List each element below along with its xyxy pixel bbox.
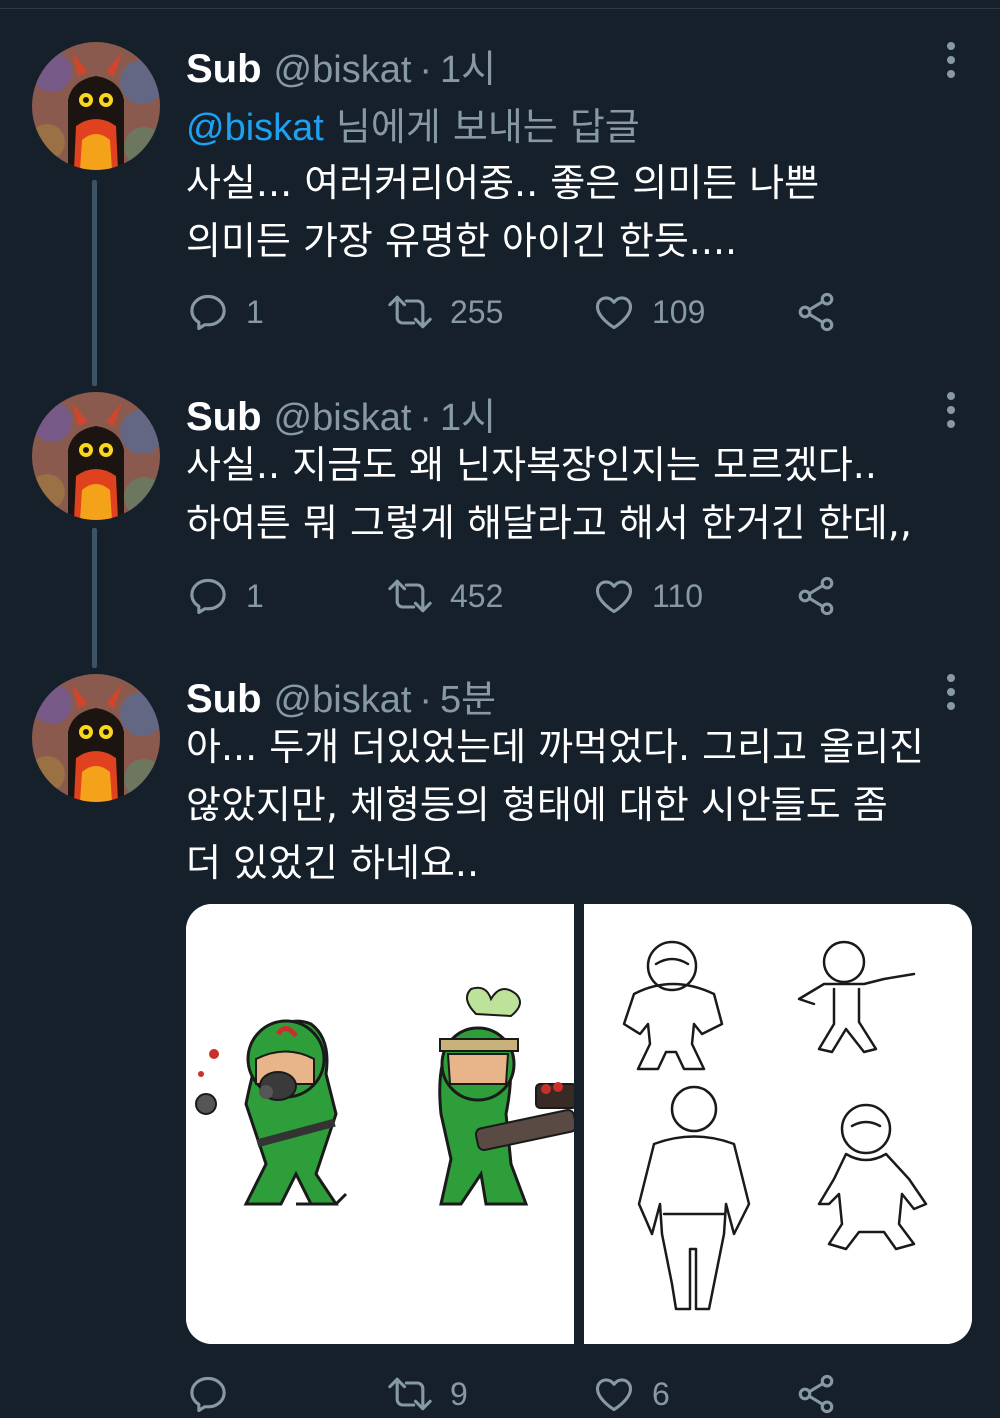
- reply-mention-link[interactable]: @biskat: [186, 107, 324, 149]
- heart-icon: [595, 580, 633, 614]
- tweet-header: Sub @biskat · 1시: [186, 386, 496, 439]
- more-dots-icon[interactable]: [936, 40, 966, 80]
- media-grid: [186, 904, 972, 1344]
- reply-count: 1: [246, 577, 264, 614]
- heart-icon: [595, 296, 633, 330]
- tweet-actions: 1 255 109: [186, 286, 846, 338]
- reply-button[interactable]: 1: [186, 570, 264, 622]
- thread-connector: [92, 528, 97, 668]
- avatar[interactable]: [32, 42, 160, 170]
- tweet-text-line: 아... 두개 더있었는데 까먹었다. 그리고 올리진: [186, 725, 924, 769]
- tweet-text-line: 의미든 가장 유명한 아이긴 한듯....: [186, 219, 738, 263]
- retweet-button[interactable]: 9: [386, 1368, 468, 1418]
- avatar[interactable]: [32, 674, 160, 802]
- display-name[interactable]: Sub: [186, 677, 262, 722]
- separator-dot: ·: [419, 49, 433, 91]
- retweet-count: 255: [450, 293, 504, 330]
- tweet-text-line: 사실.. 지금도 왜 닌자복장인지는 모르겠다..: [186, 443, 877, 487]
- retweet-count: 452: [450, 577, 504, 614]
- tweet-text-line: 하여튼 뭐 그렇게 해달라고 해서 한거긴 한데,,: [186, 501, 912, 545]
- reply-bubble-icon: [190, 578, 226, 615]
- reply-bubble-icon: [190, 1376, 226, 1413]
- user-handle[interactable]: @biskat: [274, 397, 412, 440]
- tweet-header: Sub @biskat · 5분: [186, 668, 496, 721]
- divider: [0, 8, 1000, 9]
- reply-bubble-icon: [190, 294, 226, 331]
- tweet-text-line: 사실... 여러커리어중.. 좋은 의미든 나쁜: [186, 161, 820, 205]
- timestamp[interactable]: 5분: [440, 668, 496, 723]
- tweet-text: 사실.. 지금도 왜 닌자복장인지는 모르겠다.. 하여튼 뭐 그렇게 해달라고…: [186, 436, 976, 552]
- separator-dot: ·: [419, 679, 433, 721]
- tweet-text: 사실... 여러커리어중.. 좋은 의미든 나쁜 의미든 가장 유명한 아이긴 …: [186, 154, 976, 270]
- media-image[interactable]: [584, 904, 972, 1344]
- retweet-button[interactable]: 452: [386, 570, 503, 622]
- retweet-button[interactable]: 255: [386, 286, 503, 338]
- retweet-icon: [388, 295, 432, 329]
- thread-connector: [92, 180, 97, 386]
- avatar-image: [32, 674, 160, 802]
- like-count: 109: [652, 293, 706, 330]
- tweet-text-line: 더 있었긴 하네요..: [186, 841, 480, 885]
- separator-dot: ·: [419, 397, 433, 439]
- tweet-text-line: 않았지만, 체형등의 형태에 대한 시안들도 좀: [186, 783, 888, 827]
- display-name[interactable]: Sub: [186, 395, 262, 440]
- reply-context-text: 님에게 보내는 답글: [323, 105, 640, 149]
- user-handle[interactable]: @biskat: [274, 49, 412, 92]
- more-dots-icon[interactable]: [936, 672, 966, 712]
- retweet-icon: [388, 1377, 432, 1411]
- timestamp[interactable]: 1시: [440, 386, 496, 441]
- reply-button[interactable]: [186, 1368, 246, 1418]
- tweet-header: Sub @biskat · 1시: [186, 38, 496, 91]
- reply-count: 1: [246, 293, 264, 330]
- share-button[interactable]: [794, 570, 838, 622]
- more-dots-icon[interactable]: [936, 390, 966, 430]
- ninja-illustration: [186, 904, 578, 1344]
- heart-icon: [595, 1378, 633, 1412]
- share-icon: [798, 576, 834, 616]
- like-button[interactable]: 109: [592, 286, 705, 338]
- media-image[interactable]: [186, 904, 578, 1344]
- reply-button[interactable]: 1: [186, 286, 264, 338]
- tweet-actions: 9 6: [186, 1368, 846, 1418]
- share-button[interactable]: [794, 1368, 838, 1418]
- like-button[interactable]: 110: [592, 570, 703, 622]
- like-button[interactable]: 6: [592, 1368, 670, 1418]
- timeline: Sub @biskat · 1시 @biskat 님에게 보내는 답글 사실..…: [0, 0, 1000, 1418]
- display-name[interactable]: Sub: [186, 47, 262, 92]
- avatar[interactable]: [32, 392, 160, 520]
- avatar-image: [32, 42, 160, 170]
- share-icon: [798, 292, 834, 332]
- timestamp[interactable]: 1시: [440, 38, 496, 93]
- reply-context: @biskat 님에게 보내는 답글: [186, 96, 640, 151]
- avatar-image: [32, 392, 160, 520]
- retweet-icon: [388, 579, 432, 613]
- retweet-count: 9: [450, 1375, 468, 1412]
- like-count: 110: [652, 577, 704, 614]
- tweet-text: 아... 두개 더있었는데 까먹었다. 그리고 올리진 않았지만, 체형등의 형…: [186, 718, 976, 892]
- share-icon: [798, 1374, 834, 1414]
- share-button[interactable]: [794, 286, 838, 338]
- user-handle[interactable]: @biskat: [274, 679, 412, 722]
- sketch-illustration: [584, 904, 972, 1344]
- like-count: 6: [652, 1375, 670, 1412]
- tweet-actions: 1 452 110: [186, 570, 846, 622]
